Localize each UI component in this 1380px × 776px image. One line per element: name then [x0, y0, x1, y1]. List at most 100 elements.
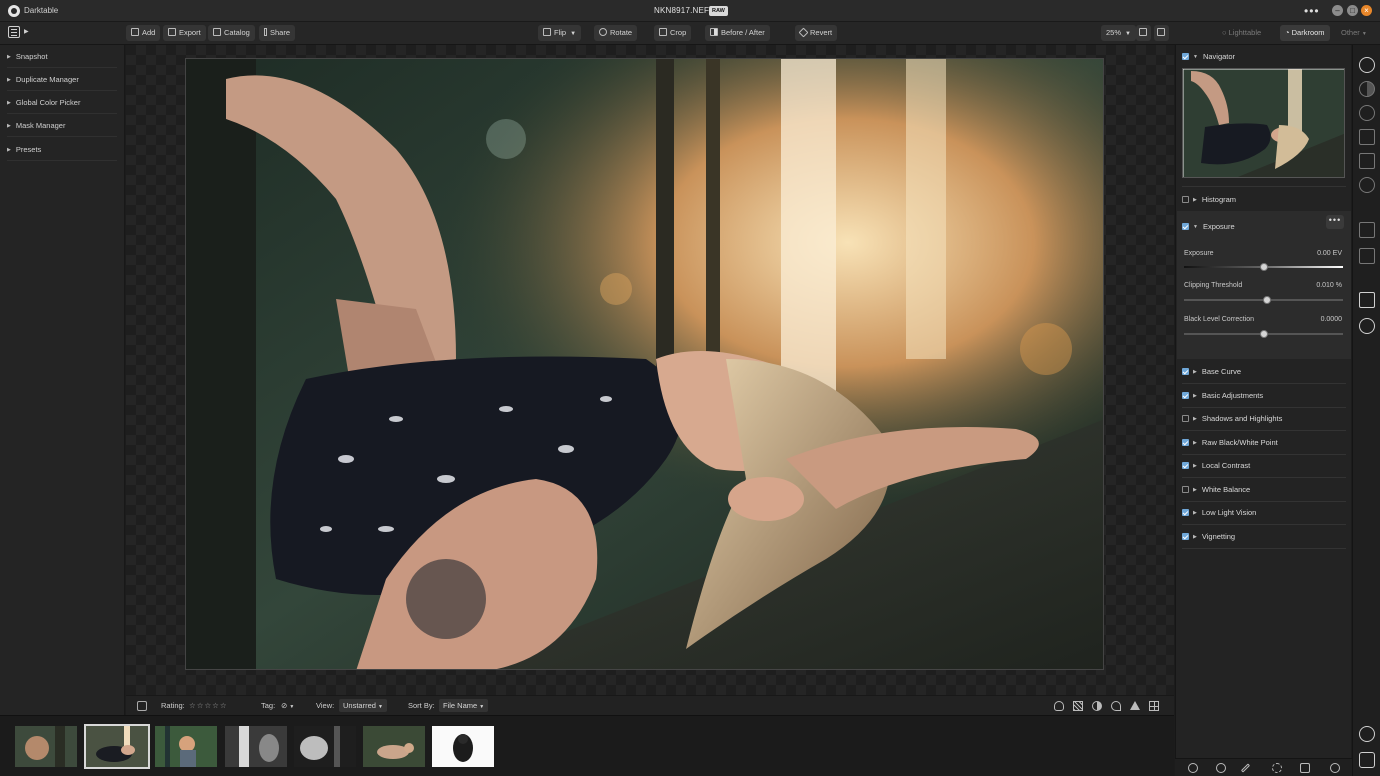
navigator-preview[interactable]: [1182, 68, 1345, 178]
module-row[interactable]: ▶ Vignetting: [1182, 526, 1346, 548]
path-icon[interactable]: [1300, 763, 1310, 773]
info-icon[interactable]: [1359, 726, 1375, 742]
left-panel-item-presets[interactable]: ▶ Presets: [7, 139, 117, 161]
check-icon[interactable]: [1359, 248, 1375, 264]
tag-icon[interactable]: [1359, 752, 1375, 768]
zoom-in-button[interactable]: [1154, 25, 1169, 41]
filmstrip-thumbnail[interactable]: [363, 726, 425, 767]
brush-icon[interactable]: [1330, 763, 1340, 773]
module-row[interactable]: ▶ Raw Black/White Point: [1182, 432, 1346, 454]
main-photo[interactable]: [185, 58, 1104, 670]
minimize-button[interactable]: –: [1332, 5, 1343, 16]
share-button[interactable]: Share: [259, 25, 296, 41]
exposure-module: ▼ Exposure ••• Exposure 0.00 EV Clipping …: [1177, 211, 1351, 359]
bars-icon[interactable]: [1359, 153, 1375, 169]
chevron-down-icon: ▼: [1361, 31, 1367, 37]
module-checkbox[interactable]: [1182, 438, 1189, 446]
close-circle-icon[interactable]: [1188, 763, 1198, 773]
grid-icon[interactable]: [1149, 701, 1159, 711]
left-panel-item-duplicate-manager[interactable]: ▶ Duplicate Manager: [7, 69, 117, 91]
filmstrip-thumbnail[interactable]: [15, 726, 77, 767]
filmstrip-thumbnail[interactable]: [432, 726, 494, 767]
view-dropdown[interactable]: Unstarred ▼: [339, 699, 387, 712]
module-row[interactable]: ▶ Local Contrast: [1182, 455, 1346, 477]
sort-dropdown[interactable]: File Name ▼: [439, 699, 489, 712]
circles-icon[interactable]: [1359, 105, 1375, 121]
module-checkbox[interactable]: [1182, 368, 1189, 375]
clipping-threshold-slider[interactable]: [1184, 296, 1343, 304]
module-row[interactable]: ▶ White Balance: [1182, 479, 1346, 501]
plus-icon: [131, 28, 139, 36]
module-row[interactable]: ▶ Low Light Vision: [1182, 502, 1346, 524]
filmstrip-thumbnail[interactable]: [225, 726, 287, 767]
tag-filter-dropdown[interactable]: ⊘ ▼: [281, 701, 294, 710]
black-level-knob[interactable]: [1259, 330, 1268, 338]
navigator-checkbox[interactable]: [1182, 53, 1189, 60]
left-panel-item-mask-manager[interactable]: ▶ Mask Manager: [7, 115, 117, 137]
filmstrip-thumbnail[interactable]: [155, 726, 217, 767]
clipping-threshold-knob[interactable]: [1262, 296, 1271, 304]
add-button[interactable]: Add: [126, 25, 161, 41]
exposure-slider[interactable]: [1184, 263, 1343, 271]
overexposed-icon[interactable]: [1073, 701, 1083, 711]
module-checkbox[interactable]: [1182, 391, 1189, 399]
circle-icon[interactable]: [1216, 763, 1226, 773]
half-circle-icon[interactable]: [1359, 81, 1375, 97]
filmstrip-thumbnail-selected[interactable]: [84, 724, 150, 769]
revert-button[interactable]: Revert: [795, 25, 838, 41]
module-row[interactable]: ▶ Base Curve: [1182, 361, 1346, 383]
module-checkbox[interactable]: [1182, 462, 1189, 469]
left-panel-item-snapshot[interactable]: ▶ Snapshot: [7, 46, 117, 68]
catalog-button[interactable]: Catalog: [208, 25, 255, 41]
maximize-button[interactable]: □: [1347, 5, 1358, 16]
softproof-icon[interactable]: [1092, 701, 1102, 711]
target-icon[interactable]: [1359, 57, 1375, 73]
triangle-icon[interactable]: [1359, 129, 1375, 145]
rating-stars[interactable]: ☆☆☆☆☆: [189, 701, 228, 710]
flip-button[interactable]: Flip ▼: [538, 25, 582, 41]
exposure-checkbox[interactable]: [1182, 223, 1189, 230]
exposure-options-button[interactable]: •••: [1326, 215, 1344, 229]
chevron-right-icon[interactable]: ▶: [24, 28, 29, 35]
pencil-icon[interactable]: [1240, 763, 1251, 773]
triangle-icon[interactable]: [1130, 701, 1140, 710]
bulb-icon[interactable]: [1054, 701, 1064, 711]
other-tab[interactable]: Other ▼: [1341, 28, 1367, 37]
close-button[interactable]: ×: [1361, 5, 1372, 16]
gamut-icon[interactable]: [1111, 701, 1121, 711]
module-checkbox[interactable]: [1182, 415, 1189, 422]
filmstrip-toggle-icon[interactable]: [137, 701, 147, 711]
exposure-slider-knob[interactable]: [1259, 263, 1268, 271]
histogram-header[interactable]: ▶ Histogram: [1182, 189, 1346, 211]
zoom-out-button[interactable]: [1136, 25, 1151, 41]
lighttable-tab[interactable]: ○ Lighttable: [1222, 28, 1261, 37]
more-icon[interactable]: [1359, 177, 1375, 193]
module-checkbox[interactable]: [1182, 509, 1189, 516]
crop-button[interactable]: Crop: [654, 25, 692, 41]
rotate-button[interactable]: Rotate: [594, 25, 638, 41]
triangle-right-icon: ▶: [7, 77, 11, 83]
module-row[interactable]: ▶ Basic Adjustments: [1182, 385, 1346, 407]
sort-label: Sort By:: [408, 701, 435, 710]
filmstrip-thumbnail[interactable]: [294, 726, 356, 767]
black-level-slider[interactable]: [1184, 330, 1343, 338]
left-panel-item-global-color-picker[interactable]: ▶ Global Color Picker: [7, 92, 117, 114]
chevron-down-icon: ▼: [289, 704, 295, 710]
exposure-header[interactable]: ▼ Exposure: [1182, 216, 1346, 238]
histogram-checkbox[interactable]: [1182, 196, 1189, 203]
before-after-button[interactable]: Before / After: [705, 25, 770, 41]
history-icon[interactable]: [1359, 318, 1375, 334]
navigator-header[interactable]: ▼ Navigator: [1182, 46, 1346, 68]
more-menu-button[interactable]: •••: [1304, 4, 1320, 18]
dashed-circle-icon[interactable]: [1272, 763, 1282, 773]
layers-icon[interactable]: [1359, 292, 1375, 308]
sidebar-icon[interactable]: [8, 26, 20, 38]
zoom-dropdown[interactable]: 25% ▼: [1101, 25, 1136, 41]
title-bar: Darktable NKN8917.NEF RAW ••• – □ ×: [0, 0, 1380, 22]
module-checkbox[interactable]: [1182, 485, 1189, 493]
export-button[interactable]: Export: [163, 25, 206, 41]
star-icon[interactable]: [1359, 222, 1375, 238]
darkroom-tab[interactable]: ◔ Darkroom: [1280, 25, 1330, 41]
module-row[interactable]: ▶ Shadows and Highlights: [1182, 408, 1346, 430]
module-checkbox[interactable]: [1182, 532, 1189, 540]
